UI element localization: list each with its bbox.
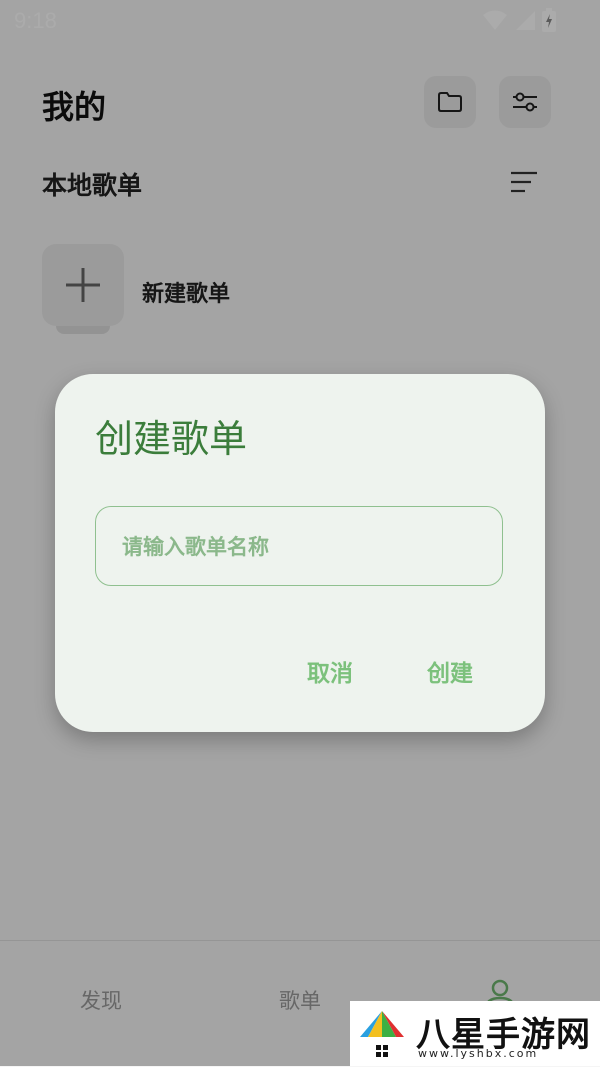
watermark-url: www.lyshbx.com (418, 1047, 539, 1060)
watermark-logo-icon (360, 1011, 404, 1057)
create-playlist-dialog: 创建歌单 请输入歌单名称 取消 创建 (55, 374, 545, 732)
create-button[interactable]: 创建 (427, 654, 473, 688)
dialog-title: 创建歌单 (95, 417, 248, 461)
app-root: 9:18 我的 本地歌单 新建歌单 发现 歌单 创建歌单 请输入歌单名称 取消 … (0, 0, 600, 1067)
cancel-button[interactable]: 取消 (307, 654, 353, 688)
watermark: 八星手游网 www.lyshbx.com (350, 1001, 600, 1066)
playlist-name-input[interactable]: 请输入歌单名称 (95, 506, 503, 586)
